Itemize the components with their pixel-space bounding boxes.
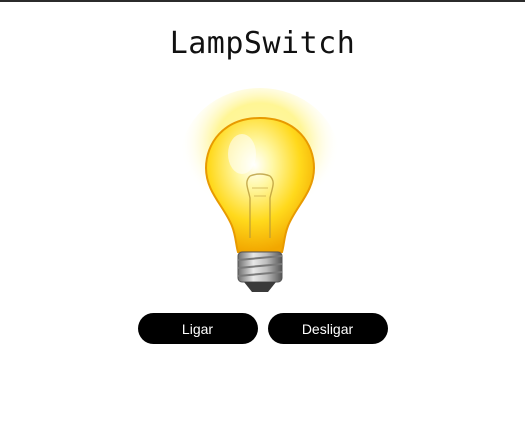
light-bulb-icon: [180, 88, 340, 292]
app-title: LampSwitch: [169, 26, 356, 61]
turn-on-button[interactable]: Ligar: [137, 313, 258, 344]
control-bar: Ligar Desligar: [0, 313, 525, 344]
turn-off-button[interactable]: Desligar: [267, 313, 388, 344]
